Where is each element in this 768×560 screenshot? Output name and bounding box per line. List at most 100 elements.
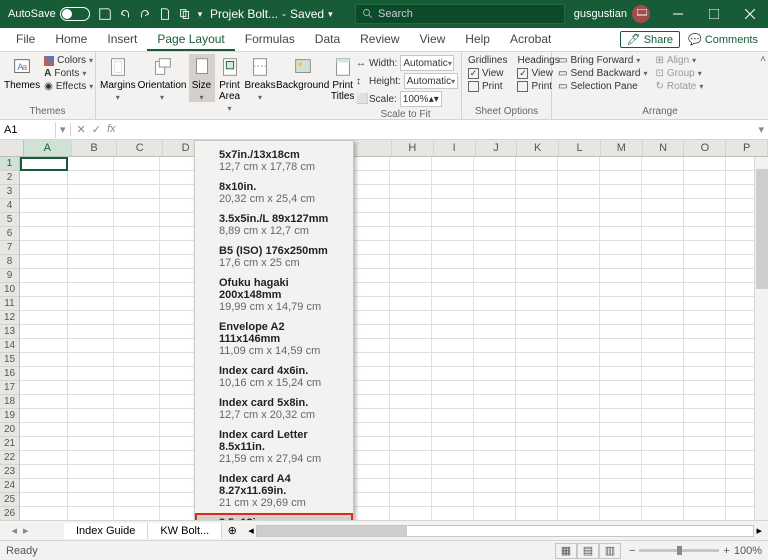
cell[interactable] [558,311,600,325]
cell[interactable] [432,227,474,241]
cell[interactable] [516,227,558,241]
cell[interactable] [432,367,474,381]
cell[interactable] [684,451,726,465]
cell[interactable] [600,199,642,213]
size-menu-item[interactable]: Ofuku hagaki 200x148mm19,99 cm x 14,79 c… [195,273,353,317]
cell[interactable] [474,269,516,283]
cell[interactable] [68,409,114,423]
cell[interactable] [600,241,642,255]
bring-forward-button[interactable]: ▭Bring Forward▾ [556,54,650,67]
size-menu-item[interactable]: Index card A4 8.27x11.69in.21 cm x 29,69… [195,469,353,513]
cell[interactable] [390,353,432,367]
cell[interactable] [558,199,600,213]
cell[interactable] [432,395,474,409]
cell[interactable] [390,227,432,241]
cell[interactable] [642,241,684,255]
cell[interactable] [20,227,68,241]
cell[interactable] [474,395,516,409]
cell[interactable] [68,367,114,381]
size-menu-item[interactable]: Index card 4x6in.10,16 cm x 15,24 cm [195,361,353,393]
cell[interactable] [684,325,726,339]
cell[interactable] [114,255,160,269]
cell[interactable] [474,451,516,465]
cell[interactable] [114,241,160,255]
cell[interactable] [558,353,600,367]
cell[interactable] [558,157,600,171]
cell[interactable] [642,493,684,507]
cell[interactable] [600,283,642,297]
cell[interactable] [684,283,726,297]
cell[interactable] [558,325,600,339]
cell[interactable] [600,423,642,437]
ribbon-options-button[interactable] [624,0,660,28]
cell[interactable] [20,437,68,451]
cell[interactable] [114,297,160,311]
cell[interactable] [432,157,474,171]
cell[interactable] [20,283,68,297]
search-box[interactable]: Search [355,4,565,24]
cell[interactable] [516,311,558,325]
row-header[interactable]: 4 [0,199,19,213]
cell[interactable] [432,185,474,199]
zoom-in-button[interactable]: + [723,545,729,557]
cell[interactable] [20,241,68,255]
cell[interactable] [474,423,516,437]
tab-data[interactable]: Data [305,28,350,51]
cell[interactable] [390,283,432,297]
size-menu-item[interactable]: 8.5x13in.21,59 cm x 33,02 cm [195,513,353,520]
cell[interactable] [642,381,684,395]
cell[interactable] [600,255,642,269]
cell[interactable] [516,395,558,409]
cell[interactable] [432,493,474,507]
cell[interactable] [558,409,600,423]
cell[interactable] [642,283,684,297]
cell[interactable] [114,479,160,493]
cell[interactable] [516,465,558,479]
cell[interactable] [114,465,160,479]
cell[interactable] [642,339,684,353]
cell[interactable] [516,171,558,185]
cell[interactable] [114,311,160,325]
select-all-corner[interactable] [0,140,24,156]
cell[interactable] [390,395,432,409]
cell[interactable] [558,507,600,520]
cell[interactable] [684,199,726,213]
maximize-button[interactable] [696,0,732,28]
cell[interactable] [390,157,432,171]
cell[interactable] [68,255,114,269]
cell[interactable] [68,171,114,185]
size-menu-item[interactable]: Index card Letter 8.5x11in.21,59 cm x 27… [195,425,353,469]
col-header[interactable]: H [392,140,434,156]
cell[interactable] [474,437,516,451]
cell[interactable] [600,507,642,520]
effects-button[interactable]: ◉Effects▾ [42,80,95,93]
cell[interactable] [474,493,516,507]
cell[interactable] [114,213,160,227]
cell[interactable] [642,171,684,185]
cell[interactable] [432,339,474,353]
cell[interactable] [558,423,600,437]
tab-home[interactable]: Home [45,28,97,51]
cell[interactable] [642,297,684,311]
cell[interactable] [390,451,432,465]
cell[interactable] [390,325,432,339]
cell[interactable] [20,451,68,465]
cell[interactable] [68,199,114,213]
cell[interactable] [516,325,558,339]
cell[interactable] [68,395,114,409]
cell[interactable] [432,311,474,325]
cell[interactable] [432,241,474,255]
cell[interactable] [432,171,474,185]
cell[interactable] [600,325,642,339]
cell[interactable] [558,479,600,493]
cell[interactable] [68,185,114,199]
row-header[interactable]: 23 [0,465,19,479]
row-header[interactable]: 17 [0,381,19,395]
cell[interactable] [516,255,558,269]
cell[interactable] [684,367,726,381]
gridlines-view-check[interactable]: ✓View [466,67,509,80]
col-header[interactable]: I [434,140,476,156]
cell[interactable] [684,381,726,395]
cell[interactable] [642,325,684,339]
cell[interactable] [390,199,432,213]
